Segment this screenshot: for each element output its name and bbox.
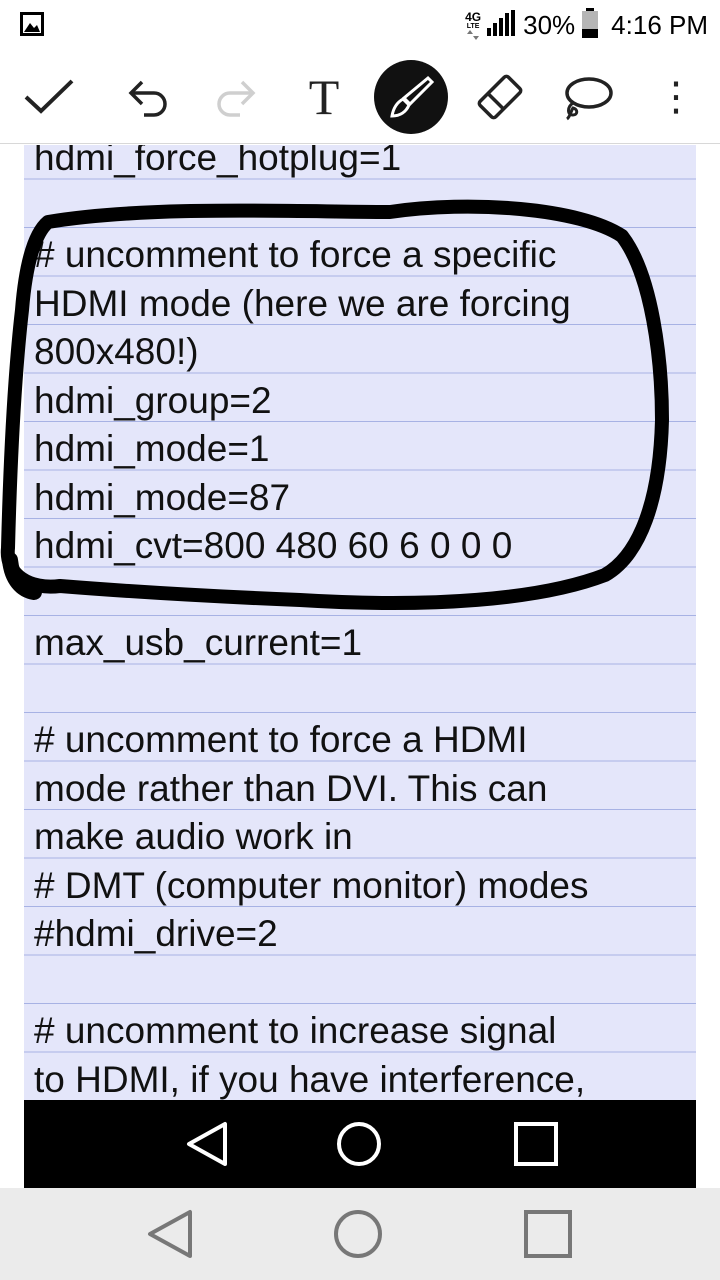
note-line: # uncomment to force a specific <box>34 234 557 275</box>
system-navigation-bar <box>0 1188 720 1280</box>
note-line: # uncomment to force a HDMI <box>34 719 528 760</box>
screen: 4G LTE 30% 4:16 PM T ⋮ hdmi_force_hotplu… <box>0 0 720 1280</box>
note-line: hdmi_group=2 <box>34 379 272 421</box>
note-line: to HDMI, if you have interference, <box>34 1058 586 1100</box>
more-icon: ⋮ <box>656 75 696 119</box>
note-line: # uncomment to increase signal <box>34 1010 557 1051</box>
clock: 4:16 PM <box>611 9 708 40</box>
eraser-button[interactable] <box>465 62 535 132</box>
back-button[interactable] <box>177 1114 237 1174</box>
undo-button[interactable] <box>113 62 183 132</box>
note-line: HDMI mode (here we are forcing <box>34 282 571 324</box>
network-type: 4G <box>465 9 482 24</box>
note-line: max_usb_current=1 <box>34 622 363 663</box>
note-toolbar: T ⋮ <box>0 50 720 144</box>
done-button[interactable] <box>14 62 84 132</box>
data-arrows-icon <box>467 29 480 40</box>
battery-percent: 30% <box>523 9 576 40</box>
check-icon <box>24 79 74 114</box>
status-right: 4G LTE 30% 4:16 PM <box>465 6 708 44</box>
back-icon <box>187 1122 227 1166</box>
app-navigation-bar <box>24 1100 696 1188</box>
network-indicator: 4G LTE <box>465 11 481 40</box>
eraser-icon <box>477 74 523 120</box>
undo-icon <box>128 80 167 117</box>
note-line: hdmi_mode=87 <box>34 476 291 518</box>
note-line: # DMT (computer monitor) modes <box>34 864 589 906</box>
system-home-button[interactable] <box>328 1204 388 1264</box>
note-line <box>34 959 694 1008</box>
home-button[interactable] <box>329 1114 389 1174</box>
note-line: 800x480!) <box>34 331 199 372</box>
system-back-button[interactable] <box>140 1204 200 1264</box>
more-options-button[interactable]: ⋮ <box>641 62 711 132</box>
lasso-icon <box>565 77 613 121</box>
note-line <box>34 183 694 232</box>
back-icon <box>148 1210 192 1258</box>
home-icon <box>334 1210 382 1258</box>
network-subtype: LTE <box>466 22 480 30</box>
pen-tool-button[interactable] <box>374 60 448 134</box>
note-text[interactable]: hdmi_force_hotplug=1 # uncomment to forc… <box>34 145 694 1100</box>
note-line: hdmi_cvt=800 480 60 6 0 0 0 <box>34 525 513 566</box>
lasso-button[interactable] <box>552 62 622 132</box>
note-line: hdmi_force_hotplug=1 <box>34 145 402 178</box>
note-line: hdmi_mode=1 <box>34 428 270 469</box>
note-line: #hdmi_drive=2 <box>34 913 278 954</box>
redo-icon <box>217 80 256 117</box>
note-canvas[interactable]: hdmi_force_hotplug=1 # uncomment to forc… <box>24 145 696 1100</box>
note-line <box>34 571 694 620</box>
signal-icon <box>487 9 517 41</box>
battery-icon <box>581 7 599 43</box>
text-tool-icon: T <box>308 69 340 125</box>
gallery-icon <box>20 12 44 36</box>
status-bar: 4G LTE 30% 4:16 PM <box>0 0 720 50</box>
text-tool-button[interactable]: T <box>289 62 359 132</box>
redo-button[interactable] <box>201 62 271 132</box>
pen-tool-icon <box>390 75 434 118</box>
note-line: make audio work in <box>34 816 353 857</box>
note-line <box>34 668 694 717</box>
note-line: mode rather than DVI. This can <box>34 767 548 809</box>
recents-button[interactable] <box>506 1114 566 1174</box>
recents-icon <box>514 1122 558 1166</box>
system-recents-button[interactable] <box>518 1204 578 1264</box>
home-icon <box>337 1122 381 1166</box>
recents-icon <box>524 1210 572 1258</box>
